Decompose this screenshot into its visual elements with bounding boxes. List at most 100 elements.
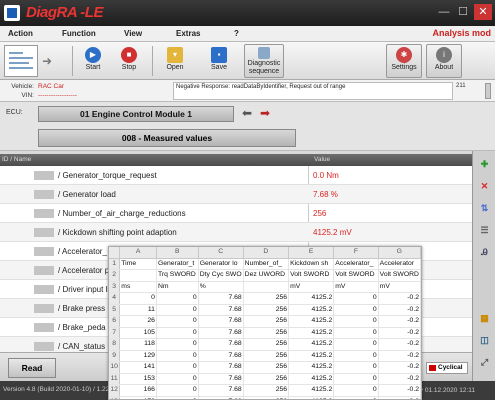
sheet-cell[interactable]: 0 [156, 304, 199, 316]
save-button[interactable]: ▪ Save [204, 44, 234, 78]
sheet-cell[interactable]: 0 [333, 384, 379, 397]
sheet-row-number[interactable]: 6 [109, 315, 121, 328]
sheet-cell[interactable]: 4125.2 [288, 292, 335, 305]
minimize-button[interactable]: — [435, 4, 453, 20]
spreadsheet-window[interactable]: A B C D E F G 1 Time Generator_t Generator lo Numbe… [108, 246, 422, 400]
sheet-cell[interactable]: 0 [333, 327, 379, 339]
sheet-cell[interactable]: Accelerator [378, 258, 421, 270]
sheet-cell[interactable]: -0.2 [378, 361, 421, 374]
sheet-cell[interactable]: 0 [333, 396, 379, 399]
col-name-header[interactable]: ID / Name [2, 156, 31, 163]
sheet-corner[interactable] [109, 247, 121, 259]
cyclical-toggle[interactable]: Cyclical [426, 362, 468, 374]
sheet-cell[interactable]: -0.2 [378, 350, 421, 362]
sheet-cell[interactable]: 7.68 [198, 304, 244, 316]
sheet-cell[interactable]: 0 [156, 384, 199, 397]
table-row[interactable]: / Generator load 7.68 % [0, 185, 472, 204]
sheet-cell[interactable]: 7.68 [198, 292, 244, 305]
sheet-cell[interactable]: 0 [333, 315, 379, 328]
sheet-cell[interactable]: 7.68 [198, 384, 244, 397]
sheet-cell[interactable]: % [198, 281, 244, 293]
sheet-cell[interactable]: 0 [156, 361, 199, 374]
sheet-row-number[interactable]: 10 [109, 361, 121, 374]
sheet-cell[interactable]: Generator lo [198, 258, 244, 270]
sheet-cell[interactable]: 4125.2 [288, 384, 335, 397]
delete-icon[interactable]: ✕ [477, 179, 492, 194]
sheet-cell[interactable]: Dty Cyc SWO [198, 269, 244, 282]
sheet-cell[interactable]: ms [119, 281, 157, 293]
sheet-cell[interactable]: 0 [156, 292, 199, 305]
sheet-column-letter[interactable]: B [156, 247, 199, 259]
sheet-cell[interactable]: -0.2 [378, 338, 421, 351]
sheet-column-letter[interactable]: G [378, 247, 421, 259]
sheet-cell[interactable]: 26 [119, 315, 157, 328]
sheet-cell[interactable]: 166 [119, 384, 157, 397]
sheet-cell[interactable]: 4125.2 [288, 350, 335, 362]
read-button[interactable]: Read [8, 358, 56, 378]
sheet-cell[interactable]: 7.68 [198, 327, 244, 339]
sheet-cell[interactable]: Generator_t [156, 258, 199, 270]
sheet-cell[interactable]: 0 [156, 315, 199, 328]
sheet-cell[interactable]: 7.68 [198, 373, 244, 385]
menu-extras[interactable]: Extras [176, 29, 200, 38]
sheet-row-number[interactable]: 4 [109, 292, 121, 305]
sheet-cell[interactable]: Dez UWORD [243, 269, 290, 282]
col-value-header[interactable]: Value [314, 156, 330, 163]
sheet-cell[interactable]: 0 [156, 396, 199, 399]
sheet-cell[interactable]: 256 [243, 361, 290, 374]
sheet-cell[interactable] [243, 281, 290, 293]
sheet-cell[interactable]: 0 [333, 350, 379, 362]
sheet-cell[interactable]: 256 [243, 304, 290, 316]
sheet-cell[interactable]: 7.68 [198, 315, 244, 328]
sheet-cell[interactable]: 0 [333, 292, 379, 305]
sheet-cell[interactable]: 129 [119, 350, 157, 362]
expand-icon[interactable]: ⤢ [477, 355, 492, 370]
sheet-column-letter[interactable]: F [333, 247, 379, 259]
sheet-cell[interactable]: Volt SWORD [288, 269, 335, 282]
sheet-row-number[interactable]: 13 [109, 396, 121, 399]
sheet-cell[interactable]: 4125.2 [288, 361, 335, 374]
sheet-column-letter[interactable]: C [198, 247, 244, 259]
sheet-cell[interactable]: 256 [243, 338, 290, 351]
grid-view-icon[interactable]: ▦ [477, 311, 492, 326]
sheet-cell[interactable]: 7.68 [198, 361, 244, 374]
sheet-cell[interactable] [119, 269, 157, 282]
sheet-cell[interactable]: 7.68 [198, 338, 244, 351]
sheet-cell[interactable]: -0.2 [378, 384, 421, 397]
sheet-cell[interactable]: 256 [243, 373, 290, 385]
sheet-cell[interactable]: 4125.2 [288, 396, 335, 399]
sheet-column-letter[interactable]: D [243, 247, 290, 259]
sheet-cell[interactable]: 0 [156, 350, 199, 362]
sheet-cell[interactable]: Nm [156, 281, 199, 293]
sheet-cell[interactable]: 256 [243, 396, 290, 399]
forward-arrow-icon[interactable]: ➜ [42, 54, 52, 68]
sheet-cell[interactable]: 4125.2 [288, 304, 335, 316]
sheet-cell[interactable]: Accelerator_ [333, 258, 379, 270]
sheet-row-number[interactable]: 3 [109, 281, 121, 293]
maximize-button[interactable]: ☐ [454, 4, 472, 20]
menu-action[interactable]: Action [8, 29, 33, 38]
sheet-cell[interactable]: 4125.2 [288, 373, 335, 385]
sheet-cell[interactable]: 256 [243, 327, 290, 339]
about-button[interactable]: i About [426, 44, 462, 78]
ecu-selector[interactable]: 01 Engine Control Module 1 [38, 106, 234, 122]
sheet-cell[interactable]: -0.2 [378, 304, 421, 316]
sheet-cell[interactable]: 0 [333, 361, 379, 374]
prev-arrow-icon[interactable]: ⬅ [242, 106, 252, 120]
close-button[interactable]: ✕ [474, 4, 492, 20]
sheet-cell[interactable]: 256 [243, 292, 290, 305]
sheet-cell[interactable]: 0 [333, 338, 379, 351]
sheet-row-number[interactable]: 5 [109, 304, 121, 316]
sheet-cell[interactable]: 256 [243, 350, 290, 362]
sheet-cell[interactable]: 0 [333, 373, 379, 385]
stop-button[interactable]: ■ Stop [114, 44, 144, 78]
document-icon[interactable] [4, 45, 38, 77]
sheet-cell[interactable]: 7.68 [198, 350, 244, 362]
sheet-cell[interactable]: 4125.2 [288, 327, 335, 339]
sheet-row-number[interactable]: 7 [109, 327, 121, 339]
function-selector[interactable]: 008 - Measured values [38, 129, 296, 147]
sheet-cell[interactable]: -0.2 [378, 396, 421, 399]
sheet-cell[interactable]: -0.2 [378, 373, 421, 385]
sheet-cell[interactable]: Volt SWORD [333, 269, 379, 282]
sheet-cell[interactable]: Volt SWORD [378, 269, 421, 282]
